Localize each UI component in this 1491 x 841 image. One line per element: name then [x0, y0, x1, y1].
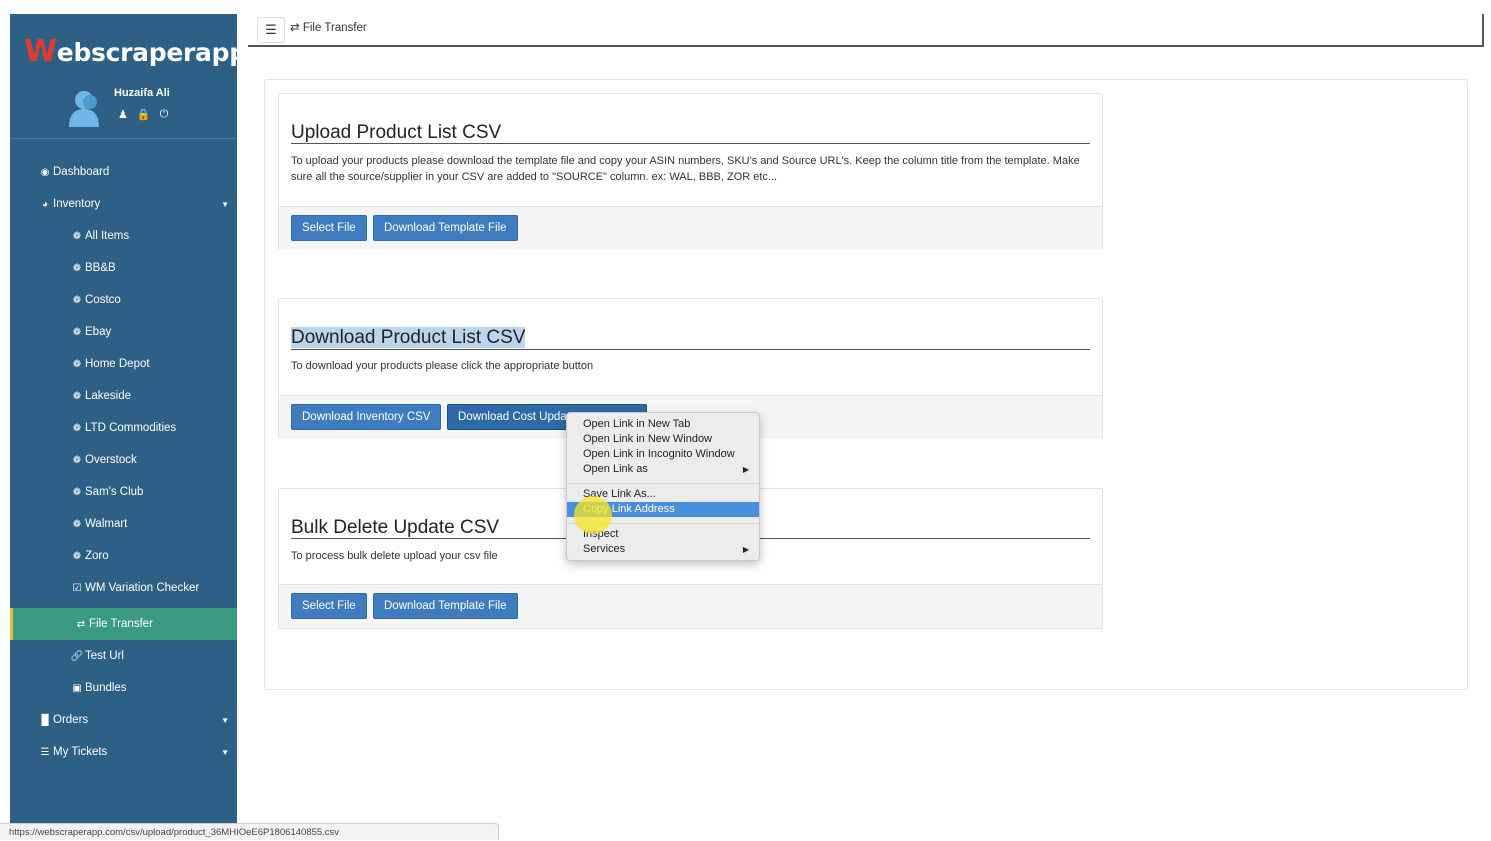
bulk-select-file-button[interactable]: Select File: [291, 593, 367, 619]
download-title-rule: [291, 349, 1090, 350]
sidebar-item-wm-variation-checker[interactable]: ☑ WM Variation Checker: [10, 572, 237, 604]
bulk-download-template-button[interactable]: Download Template File: [373, 593, 518, 619]
app-logo[interactable]: Webscraperapp: [24, 34, 247, 69]
menu-toggle-button[interactable]: ☰: [257, 17, 285, 43]
upload-panel: Upload Product List CSV To upload your p…: [278, 93, 1103, 250]
bullet-icon: ❁: [72, 262, 82, 274]
download-description: To download your products please click t…: [291, 360, 594, 372]
top-bar: ☰ ⇄ File Transfer: [248, 14, 1484, 47]
sidebar-item-costco[interactable]: ❁ Costco: [10, 284, 237, 316]
bulk-footer: Select File Download Template File: [279, 584, 1102, 628]
sidebar: Webscraperapp Huzaifa Ali ♟ 🔒 ⏻ ◉ Dashboa…: [10, 14, 247, 840]
dashboard-icon: ◉: [40, 166, 50, 178]
bullet-icon: ❁: [72, 518, 82, 530]
cubes-icon: ▣: [72, 682, 82, 694]
sidebar-item-inventory[interactable]: ◕ Inventory ▼: [10, 188, 237, 220]
cursor-highlight: [574, 496, 612, 534]
menu-item-open-new-tab[interactable]: Open Link in New Tab: [567, 417, 759, 432]
menu-item-open-incognito[interactable]: Open Link in Incognito Window: [567, 447, 759, 462]
bullet-icon: ❁: [72, 358, 82, 370]
bullet-icon: ❁: [72, 390, 82, 402]
sidebar-item-home-depot[interactable]: ❁ Home Depot: [10, 348, 237, 380]
bulk-title: Bulk Delete Update CSV: [291, 517, 500, 538]
hamburger-icon: ☰: [265, 22, 277, 37]
user-icon[interactable]: ♟: [118, 108, 128, 121]
download-inventory-csv-button[interactable]: Download Inventory CSV: [291, 404, 442, 430]
upload-footer: Select File Download Template File: [279, 206, 1102, 250]
sidebar-item-file-transfer[interactable]: ⇄ File Transfer: [10, 608, 237, 640]
menu-item-services[interactable]: Services ▶: [567, 542, 759, 557]
sidebar-item-overstock[interactable]: ❁ Overstock: [10, 444, 237, 476]
upload-select-file-button[interactable]: Select File: [291, 215, 367, 241]
upload-title: Upload Product List CSV: [291, 122, 502, 143]
submenu-arrow-icon: ▶: [742, 545, 749, 554]
lock-icon[interactable]: 🔒: [137, 108, 151, 121]
sidebar-item-ltd-commodities[interactable]: ❁ LTD Commodities: [10, 412, 237, 444]
sidebar-item-bbb[interactable]: ❁ BB&B: [10, 252, 237, 284]
bullet-icon: ❁: [72, 230, 82, 242]
upload-description: To upload your products please download …: [291, 155, 1080, 183]
upload-title-rule: [291, 143, 1090, 144]
status-bar-url: https://webscraperapp.com/csv/upload/pro…: [0, 823, 499, 840]
main-content: Upload Product List CSV To upload your p…: [264, 79, 1468, 690]
download-title: Download Product List CSV: [291, 327, 526, 348]
sidebar-divider: [10, 138, 237, 139]
bullet-icon: ❁: [72, 294, 82, 306]
caret-down-icon: ▼: [221, 715, 229, 725]
list-icon: ☰: [40, 746, 50, 758]
sidebar-item-bundles[interactable]: ▣ Bundles: [10, 672, 237, 704]
sidebar-item-lakeside[interactable]: ❁ Lakeside: [10, 380, 237, 412]
caret-down-icon: ▼: [221, 199, 229, 209]
user-avatar-icon[interactable]: [66, 87, 106, 127]
user-name: Huzaifa Ali: [114, 87, 170, 99]
submenu-arrow-icon: ▶: [742, 465, 749, 474]
bullet-icon: ❁: [72, 486, 82, 498]
sidebar-item-sams-club[interactable]: ❁ Sam's Club: [10, 476, 237, 508]
upload-download-template-button[interactable]: Download Template File: [373, 215, 518, 241]
sidebar-item-orders[interactable]: █ Orders ▼: [10, 704, 237, 736]
link-icon: 🔗: [70, 650, 84, 662]
menu-separator: [567, 483, 759, 484]
power-icon[interactable]: ⏻: [160, 108, 169, 121]
sidebar-item-test-url[interactable]: 🔗 Test Url: [10, 640, 237, 672]
menu-item-open-new-window[interactable]: Open Link in New Window: [567, 432, 759, 447]
bullet-icon: ❁: [72, 550, 82, 562]
sidebar-item-ebay[interactable]: ❁ Ebay: [10, 316, 237, 348]
bullet-icon: ❁: [72, 422, 82, 434]
bullet-icon: ❁: [72, 326, 82, 338]
sidebar-item-walmart[interactable]: ❁ Walmart: [10, 508, 237, 540]
context-menu: Open Link in New Tab Open Link in New Wi…: [566, 412, 760, 561]
sidebar-item-all-items[interactable]: ❁ All Items: [10, 220, 237, 252]
exchange-icon: ⇄: [290, 22, 300, 34]
breadcrumb: ⇄ File Transfer: [290, 22, 367, 34]
bullet-icon: ❁: [72, 454, 82, 466]
sidebar-item-zoro[interactable]: ❁ Zoro: [10, 540, 237, 572]
exchange-icon: ⇄: [76, 618, 86, 630]
pie-chart-icon: ◕: [41, 198, 49, 210]
checkbox-icon: ☑: [72, 582, 82, 594]
caret-down-icon: ▼: [221, 747, 229, 757]
bar-chart-icon: █: [41, 714, 49, 726]
menu-item-open-link-as[interactable]: Open Link as ▶: [567, 462, 759, 477]
sidebar-item-my-tickets[interactable]: ☰ My Tickets ▼: [10, 736, 237, 768]
sidebar-item-dashboard[interactable]: ◉ Dashboard: [10, 156, 237, 188]
